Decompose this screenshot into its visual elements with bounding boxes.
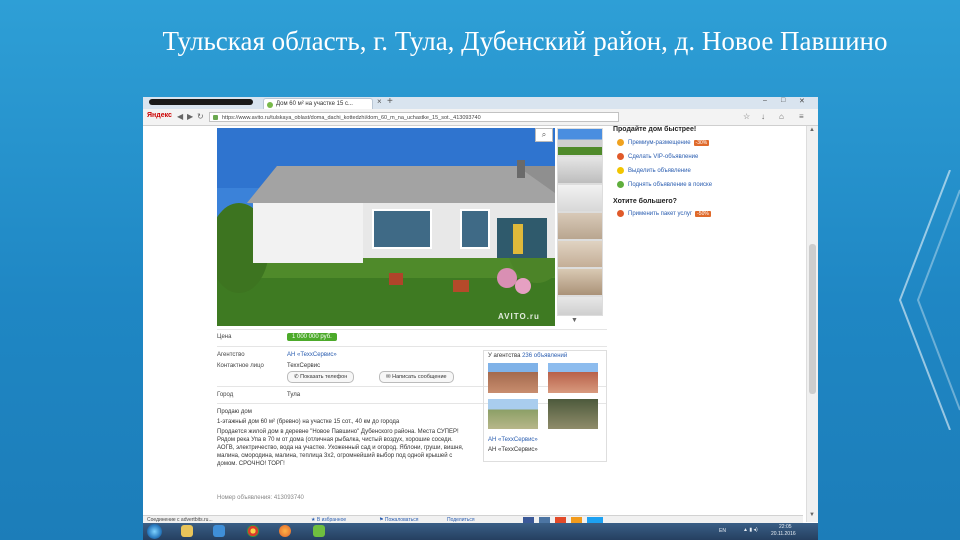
forward-arrow-icon[interactable]: ▶ (187, 112, 193, 121)
media-player-icon[interactable] (213, 525, 225, 537)
package-icon (617, 210, 624, 217)
agency-listing-photo[interactable] (548, 399, 598, 429)
thumbnail[interactable] (557, 240, 603, 268)
listing-description: Продаю дом 1-этажный дом 60 м² (бревно) … (217, 408, 467, 470)
thumbnail[interactable] (557, 184, 603, 212)
contact-value: ТеххСервис (287, 363, 321, 369)
thumbnails-down-icon[interactable]: ▼ (571, 317, 578, 324)
thumbnail[interactable] (557, 156, 603, 184)
maximize-button[interactable]: □ (781, 97, 785, 104)
divider (217, 329, 607, 330)
thumbnail[interactable] (557, 268, 603, 296)
download-icon[interactable]: ↓ (761, 112, 765, 121)
site-favicon-icon (267, 102, 273, 108)
thumbnail-strip: ▼ (557, 128, 603, 326)
agency-listing-photo[interactable] (488, 399, 538, 429)
chrome-icon[interactable] (247, 525, 259, 537)
agency-count-link[interactable]: 236 объявлений (522, 353, 567, 359)
browser-screenshot: Дом 60 м² на участке 15 с... × + – □ ✕ Я… (143, 97, 818, 540)
service-highlight[interactable]: Выделить объявление (617, 167, 691, 174)
navigation-bar: Яндекс ◀ ▶ ↻ https://www.avito.ru/tulska… (143, 109, 818, 126)
service-premium[interactable]: Премиум-размещение -30% (617, 139, 710, 147)
description-line: Продаю дом (217, 409, 252, 415)
slide-title: Тульская область, г. Тула, Дубенский рай… (162, 26, 888, 56)
tab-title: Дом 60 м² на участке 15 с... (276, 101, 353, 107)
home-icon[interactable]: ⌂ (779, 112, 784, 121)
service-package[interactable]: Применить пакет услуг -50% (617, 210, 711, 218)
price-label: Цена (217, 334, 232, 340)
thumbnail[interactable] (557, 212, 603, 240)
redacted-scribble (149, 99, 253, 105)
app-icon[interactable] (313, 525, 325, 537)
highlight-icon (617, 167, 624, 174)
page-scrollbar[interactable]: ▲ ▼ (806, 126, 818, 522)
house-photo-drawing (217, 128, 555, 326)
thumbnail[interactable] (557, 296, 603, 316)
clock-time[interactable]: 22:05 (779, 524, 792, 530)
sell-faster-heading: Продайте дом быстрее! (613, 126, 697, 133)
agency-subname: АН «ТеххСервис» (488, 447, 538, 453)
scroll-up-icon[interactable]: ▲ (809, 127, 815, 133)
description-line: 1-этажный дом 60 м² (бревно) на участке … (217, 419, 400, 425)
windows-taskbar: EN ▲ ▮ ◂) 22:05 20.11.2016 (143, 523, 818, 540)
house-photo[interactable] (217, 128, 555, 326)
tab-close-icon[interactable]: × (377, 97, 382, 106)
lock-icon (213, 115, 218, 120)
reload-icon[interactable]: ↻ (197, 112, 204, 121)
slide-chevron-decoration (898, 170, 960, 430)
vip-icon (617, 153, 624, 160)
scroll-thumb[interactable] (809, 244, 816, 394)
agency-label: Агентство (217, 352, 245, 358)
price-value: 1 000 000 руб. (287, 333, 337, 341)
language-indicator[interactable]: EN (719, 528, 726, 534)
zoom-icon[interactable]: ⌕ (535, 128, 553, 142)
want-more-heading: Хотите большего? (613, 198, 677, 205)
close-window-button[interactable]: ✕ (799, 97, 805, 105)
agency-name-link[interactable]: АН «ТеххСервис» (488, 437, 538, 443)
agency-box: У агентства 236 объявлений АН «ТеххСерви… (483, 350, 607, 462)
tray-icons[interactable]: ▲ ▮ ◂) (743, 527, 758, 533)
divider (217, 346, 607, 347)
agency-listing-photo[interactable] (488, 363, 538, 393)
menu-icon[interactable]: ≡ (799, 112, 804, 121)
ad-number: Номер объявления: 413093740 (217, 495, 304, 501)
page-content: ⌕ AVITO.ru ▼ Продайте дом быстрее! Преми… (143, 126, 818, 522)
yandex-logo[interactable]: Яндекс (147, 112, 172, 119)
premium-icon (617, 139, 624, 146)
minimize-button[interactable]: – (763, 97, 767, 104)
service-vip[interactable]: Сделать VIP-объявление (617, 153, 698, 160)
explorer-icon[interactable] (181, 525, 193, 537)
city-label: Город (217, 392, 234, 398)
firefox-icon[interactable] (279, 525, 291, 537)
city-value: Тула (287, 392, 301, 398)
back-arrow-icon[interactable]: ◀ (177, 112, 183, 121)
new-tab-button[interactable]: + (387, 97, 393, 107)
description-line: Продается жилой дом в деревне "Новое Пав… (217, 429, 464, 467)
raise-arrow-icon (617, 181, 624, 188)
scroll-down-icon[interactable]: ▼ (809, 512, 815, 518)
browser-tab[interactable]: Дом 60 м² на участке 15 с... (263, 98, 373, 109)
agency-count: У агентства 236 объявлений (488, 353, 568, 359)
start-button-icon[interactable] (147, 524, 162, 539)
bookmark-star-icon[interactable]: ☆ (743, 112, 750, 121)
agency-listing-photo[interactable] (548, 363, 598, 393)
clock-date[interactable]: 20.11.2016 (771, 531, 796, 537)
thumbnail[interactable] (557, 128, 603, 156)
write-message-button[interactable]: ✉ Написать сообщение (379, 371, 454, 383)
address-bar[interactable]: https://www.avito.ru/tulskaya_oblast/dom… (209, 112, 619, 122)
photo-watermark: AVITO.ru (498, 312, 540, 321)
address-text: https://www.avito.ru/tulskaya_oblast/dom… (222, 115, 481, 121)
contact-label: Контактное лицо (217, 363, 264, 369)
service-raise[interactable]: Поднять объявление в поиске (617, 181, 712, 188)
tab-bar: Дом 60 м² на участке 15 с... × + – □ ✕ (143, 97, 818, 109)
agency-link[interactable]: АН «ТеххСервис» (287, 352, 337, 358)
show-phone-button[interactable]: ✆ Показать телефон (287, 371, 355, 383)
